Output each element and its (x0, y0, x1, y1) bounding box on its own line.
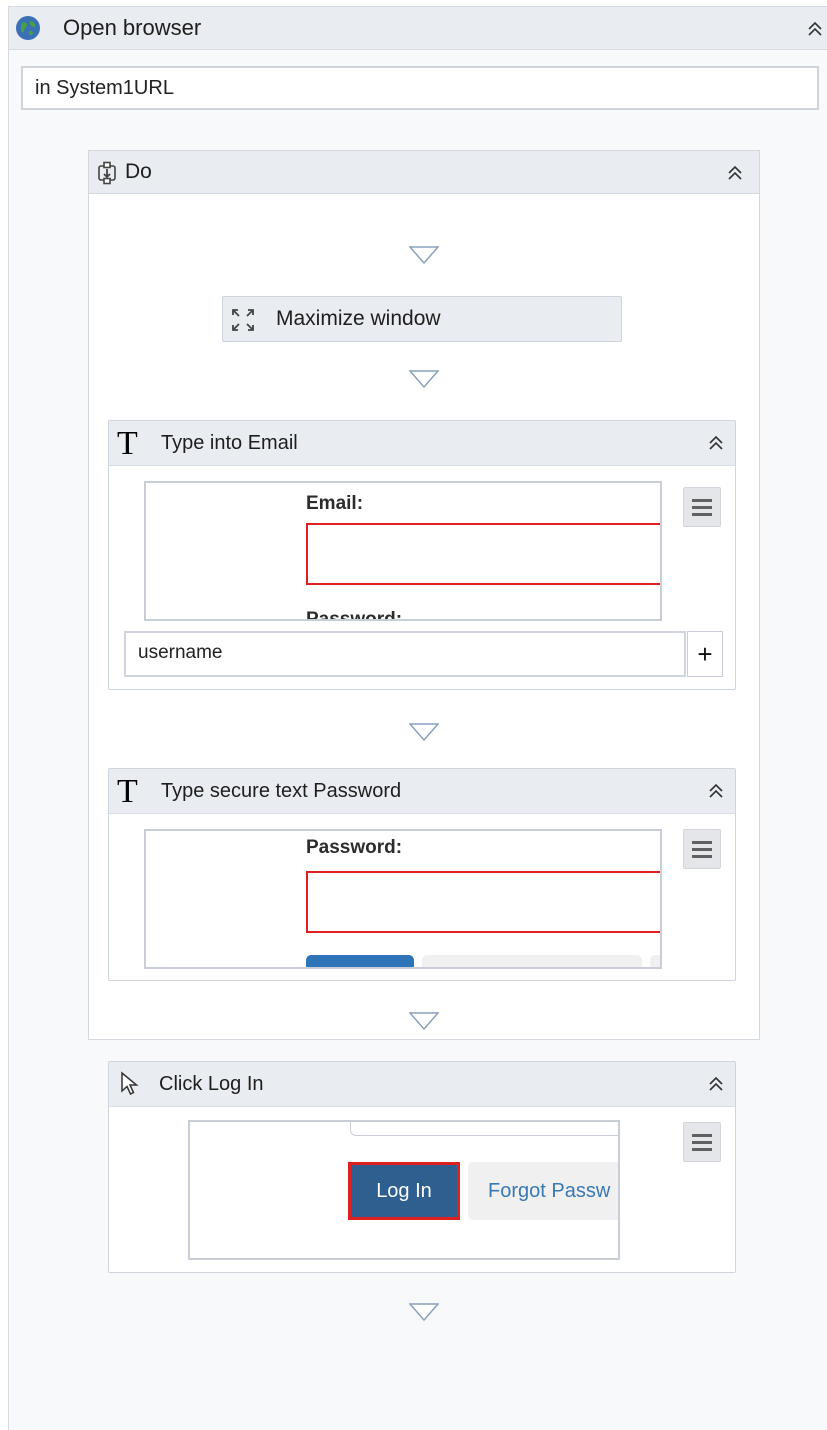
type-into-email-title: Type into Email (161, 432, 298, 454)
preview-input-edge (350, 1122, 618, 1136)
maximize-title: Maximize window (276, 307, 441, 330)
hamburger-icon (692, 1133, 712, 1137)
add-button[interactable]: + (687, 631, 723, 677)
highlighted-password-field (306, 871, 660, 933)
sequence-icon (95, 161, 119, 190)
click-login-header[interactable]: Click Log In (109, 1062, 735, 1107)
do-header[interactable]: Do (89, 151, 759, 194)
double-chevron-up-icon[interactable] (706, 779, 726, 803)
double-chevron-up-icon[interactable] (725, 161, 745, 185)
drop-arrow-icon[interactable] (409, 246, 439, 264)
maximize-window-activity[interactable]: Maximize window (222, 296, 622, 342)
drop-arrow-icon[interactable] (409, 1303, 439, 1321)
drop-arrow-icon[interactable] (409, 723, 439, 741)
forgot-password-label: Forgot Passw (488, 1180, 611, 1202)
preview-forgot-password-button: Forgot Passw (468, 1162, 618, 1220)
options-menu-button[interactable] (683, 1122, 721, 1162)
preview-grey-button-cut (650, 955, 660, 967)
hamburger-icon (692, 498, 712, 502)
click-login-title: Click Log In (159, 1073, 264, 1095)
preview-blue-button-cut (306, 955, 414, 967)
double-chevron-up-icon[interactable] (706, 1072, 726, 1096)
options-menu-button[interactable] (683, 487, 721, 527)
open-browser-header[interactable]: Open browser (8, 6, 827, 50)
email-value-input[interactable]: username (124, 631, 686, 677)
preview-password-label-cut: Password: (306, 609, 403, 621)
login-button-label: Log In (376, 1179, 432, 1202)
preview-email-label: Email: (306, 493, 364, 514)
open-browser-title: Open browser (63, 15, 202, 40)
click-login-activity[interactable]: Click Log In Log In Forgot Passw (108, 1061, 736, 1273)
drop-arrow-icon[interactable] (409, 1012, 439, 1030)
type-secure-password-title: Type secure text Password (161, 780, 402, 802)
type-text-icon: T (117, 425, 138, 462)
type-secure-password-activity[interactable]: T Type secure text Password Password: (108, 768, 736, 981)
double-chevron-up-icon[interactable] (706, 431, 726, 455)
globe-icon (15, 15, 41, 46)
hamburger-icon (692, 840, 712, 844)
preview-password-label: Password: (306, 837, 403, 858)
preview-grey-button-cut (422, 955, 642, 967)
highlighted-login-button: Log In (348, 1162, 460, 1220)
maximize-icon (230, 307, 256, 338)
email-target-preview: Email: Password: (144, 481, 662, 621)
highlighted-email-field (306, 523, 660, 585)
url-input[interactable]: in System1URL (21, 66, 819, 110)
type-into-email-activity[interactable]: T Type into Email Email: Password: usern… (108, 420, 736, 690)
type-text-icon: T (117, 773, 138, 810)
type-secure-password-header[interactable]: T Type secure text Password (109, 769, 735, 814)
drop-arrow-icon[interactable] (409, 370, 439, 388)
cursor-icon (119, 1071, 143, 1102)
type-into-email-header[interactable]: T Type into Email (109, 421, 735, 466)
do-title: Do (125, 160, 152, 183)
options-menu-button[interactable] (683, 829, 721, 869)
double-chevron-up-icon[interactable] (805, 17, 825, 41)
login-target-preview: Log In Forgot Passw (188, 1120, 620, 1260)
password-target-preview: Password: (144, 829, 662, 969)
